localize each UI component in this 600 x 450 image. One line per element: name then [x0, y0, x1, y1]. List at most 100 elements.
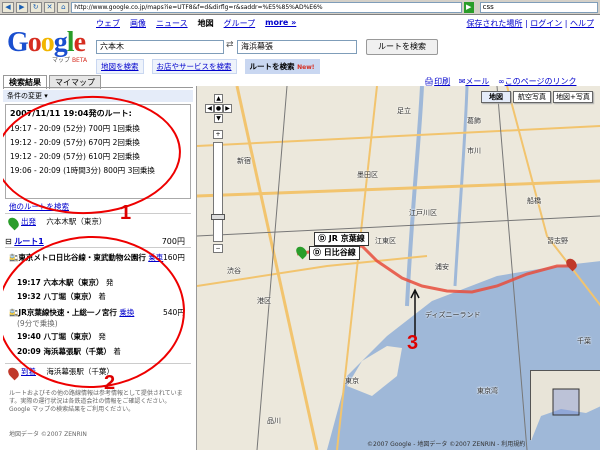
train-icon: 🚉 — [9, 253, 19, 262]
map-label: 新宿 — [237, 157, 251, 165]
annotation-number-1: 1 — [120, 202, 132, 224]
map-label: 葛飾 — [467, 117, 481, 125]
maptype-satellite[interactable]: 航空写真 — [513, 91, 551, 103]
service-nav: ウェブ 画像 ニュース 地図 グループ more » — [96, 18, 296, 29]
map-label: 東京 — [345, 377, 359, 385]
annotation-number-3: 3 — [407, 332, 419, 354]
browser-search-input[interactable]: css — [479, 1, 599, 13]
from-input[interactable]: 六本木 — [96, 40, 224, 54]
home-icon[interactable]: ⌂ — [57, 1, 70, 13]
jr-keiyo-text: JR 京葉線 — [328, 234, 365, 243]
map-label: 渋谷 — [227, 267, 241, 275]
logo-letter: e — [73, 27, 86, 58]
map-label: 千葉 — [577, 337, 591, 345]
nav-more[interactable]: more » — [265, 18, 296, 29]
tab-business-search[interactable]: お店やサービスを検索 — [151, 59, 237, 74]
pan-center-icon[interactable]: ● — [214, 104, 223, 113]
new-badge: New! — [297, 64, 315, 71]
page-link[interactable]: このページのリンク — [505, 77, 577, 86]
map-label: 港区 — [257, 297, 271, 305]
top-links: 保存された場所 | ログイン | ヘルプ — [466, 19, 594, 28]
nav-images[interactable]: 画像 — [130, 18, 146, 29]
address-bar[interactable]: http://www.google.co.jp/maps?ie=UTF8&f=d… — [71, 1, 462, 13]
logo-subtitle: マップ BETA — [52, 55, 87, 64]
map-label: ディズニーランド — [425, 311, 481, 319]
zoom-out-icon[interactable]: − — [213, 244, 223, 253]
pan-right-icon[interactable]: ▶ — [223, 104, 232, 113]
nav-news[interactable]: ニュース — [156, 18, 188, 29]
logo-letter: o — [40, 27, 55, 58]
pan-left-icon[interactable]: ◀ — [205, 104, 214, 113]
route-1-link[interactable]: ルート1 — [14, 237, 44, 246]
tab-map-search[interactable]: 地図を検索 — [96, 59, 144, 74]
google-logo[interactable]: Google — [7, 27, 86, 58]
map-label: 浦安 — [435, 263, 449, 271]
origin-label[interactable]: 出発 — [21, 217, 36, 226]
swap-icon[interactable]: ⇄ — [226, 40, 234, 50]
map-label: 習志野 — [547, 237, 568, 245]
map-label: 市川 — [467, 147, 481, 155]
zoom-slider[interactable] — [213, 142, 223, 242]
map-label: 船橋 — [527, 197, 541, 205]
origin-station: 六本木駅（東京） — [46, 217, 107, 226]
zoom-in-icon[interactable]: + — [213, 130, 223, 139]
pan-up-icon[interactable]: ▲ — [214, 94, 223, 103]
map-copyright: ©2007 Google - 地図データ ©2007 ZENRIN - 利用規約 — [367, 441, 526, 448]
saved-places-link[interactable]: 保存された場所 — [466, 19, 522, 28]
overview-map[interactable] — [530, 370, 600, 441]
reload-icon[interactable]: ↻ — [29, 1, 42, 13]
page-root: ◀ ▶ ↻ ✕ ⌂ http://www.google.co.jp/maps?i… — [0, 0, 600, 450]
maptype-hybrid[interactable]: 地図+写真 — [553, 91, 593, 103]
logo-letter: g — [53, 27, 68, 58]
map-label: 東京湾 — [477, 387, 498, 395]
stop-icon[interactable]: ✕ — [43, 1, 56, 13]
map-canvas[interactable]: 地図 航空写真 地図+写真 ▲ ◀ ● ▶ ▼ + − Ⓓ JR 京葉線 Ⓓ 日… — [196, 86, 600, 450]
help-link[interactable]: ヘルプ — [570, 19, 594, 28]
collapse-icon[interactable]: ⊟ — [5, 237, 12, 246]
logo-letter: G — [7, 27, 29, 58]
browser-toolbar: ◀ ▶ ↻ ✕ ⌂ http://www.google.co.jp/maps?i… — [0, 0, 600, 15]
map-label: 江東区 — [375, 237, 396, 245]
nav-groups[interactable]: グループ — [224, 18, 256, 29]
hibiya-label[interactable]: Ⓓ 日比谷線 — [309, 246, 360, 260]
go-button[interactable]: ▶ — [463, 1, 474, 13]
link-icon: ∞ — [497, 77, 505, 86]
zoom-control: ▲ ◀ ● ▶ ▼ + − — [205, 94, 232, 264]
beta-label: BETA — [71, 57, 88, 64]
overview-graphic — [531, 371, 600, 441]
annotation-number-2: 2 — [104, 372, 116, 394]
login-link[interactable]: ログイン — [530, 19, 562, 28]
hibiya-text: 日比谷線 — [323, 248, 356, 257]
logo-maps-text: マップ — [52, 57, 71, 64]
logo-letter: o — [27, 27, 42, 58]
logo-letter: l — [66, 27, 75, 58]
search-mode-tabs: 地図を検索 お店やサービスを検索 ルートを検索 New! — [96, 59, 320, 74]
route-price: 700円 — [161, 237, 185, 246]
print-link[interactable]: 印刷 — [434, 77, 450, 86]
disclaimer-text: ルートおよびその他の路線情報は参考情報として提供されています。実際の運行状況は各… — [9, 390, 183, 413]
step-price: 160円 — [163, 253, 185, 262]
tab-route-search[interactable]: ルートを検索 New! — [244, 59, 320, 74]
nav-maps: 地図 — [197, 19, 214, 28]
map-label: 墨田区 — [357, 171, 378, 179]
map-label: 足立 — [397, 107, 411, 115]
map-label: 江戸川区 — [409, 209, 437, 217]
destination-pin-icon — [6, 365, 21, 381]
tab-route-label: ルートを検索 — [249, 62, 295, 71]
left-panel: 条件の変更 ▾ 2007/11/11 19:04発のルート: 19:17 - 2… — [3, 87, 193, 450]
zoom-slider-handle[interactable] — [211, 214, 225, 220]
nav-web[interactable]: ウェブ — [96, 18, 120, 29]
pan-down-icon[interactable]: ▼ — [214, 114, 223, 123]
email-link[interactable]: メール — [465, 77, 489, 86]
print-icon: 🖨 — [424, 77, 435, 86]
to-input[interactable]: 海浜幕張 — [237, 40, 357, 54]
change-conditions-label: 条件の変更 — [7, 92, 42, 100]
forward-icon[interactable]: ▶ — [15, 1, 28, 13]
left-copyright: 地図データ ©2007 ZENRIN — [9, 431, 87, 438]
jr-keiyo-label[interactable]: Ⓓ JR 京葉線 — [314, 232, 369, 246]
maptype-map[interactable]: 地図 — [481, 91, 511, 103]
origin-pin-icon — [6, 215, 21, 231]
back-icon[interactable]: ◀ — [2, 1, 14, 13]
origin-row: 出発 六本木駅（東京） — [5, 213, 191, 231]
search-route-button[interactable]: ルートを検索 — [366, 39, 438, 55]
